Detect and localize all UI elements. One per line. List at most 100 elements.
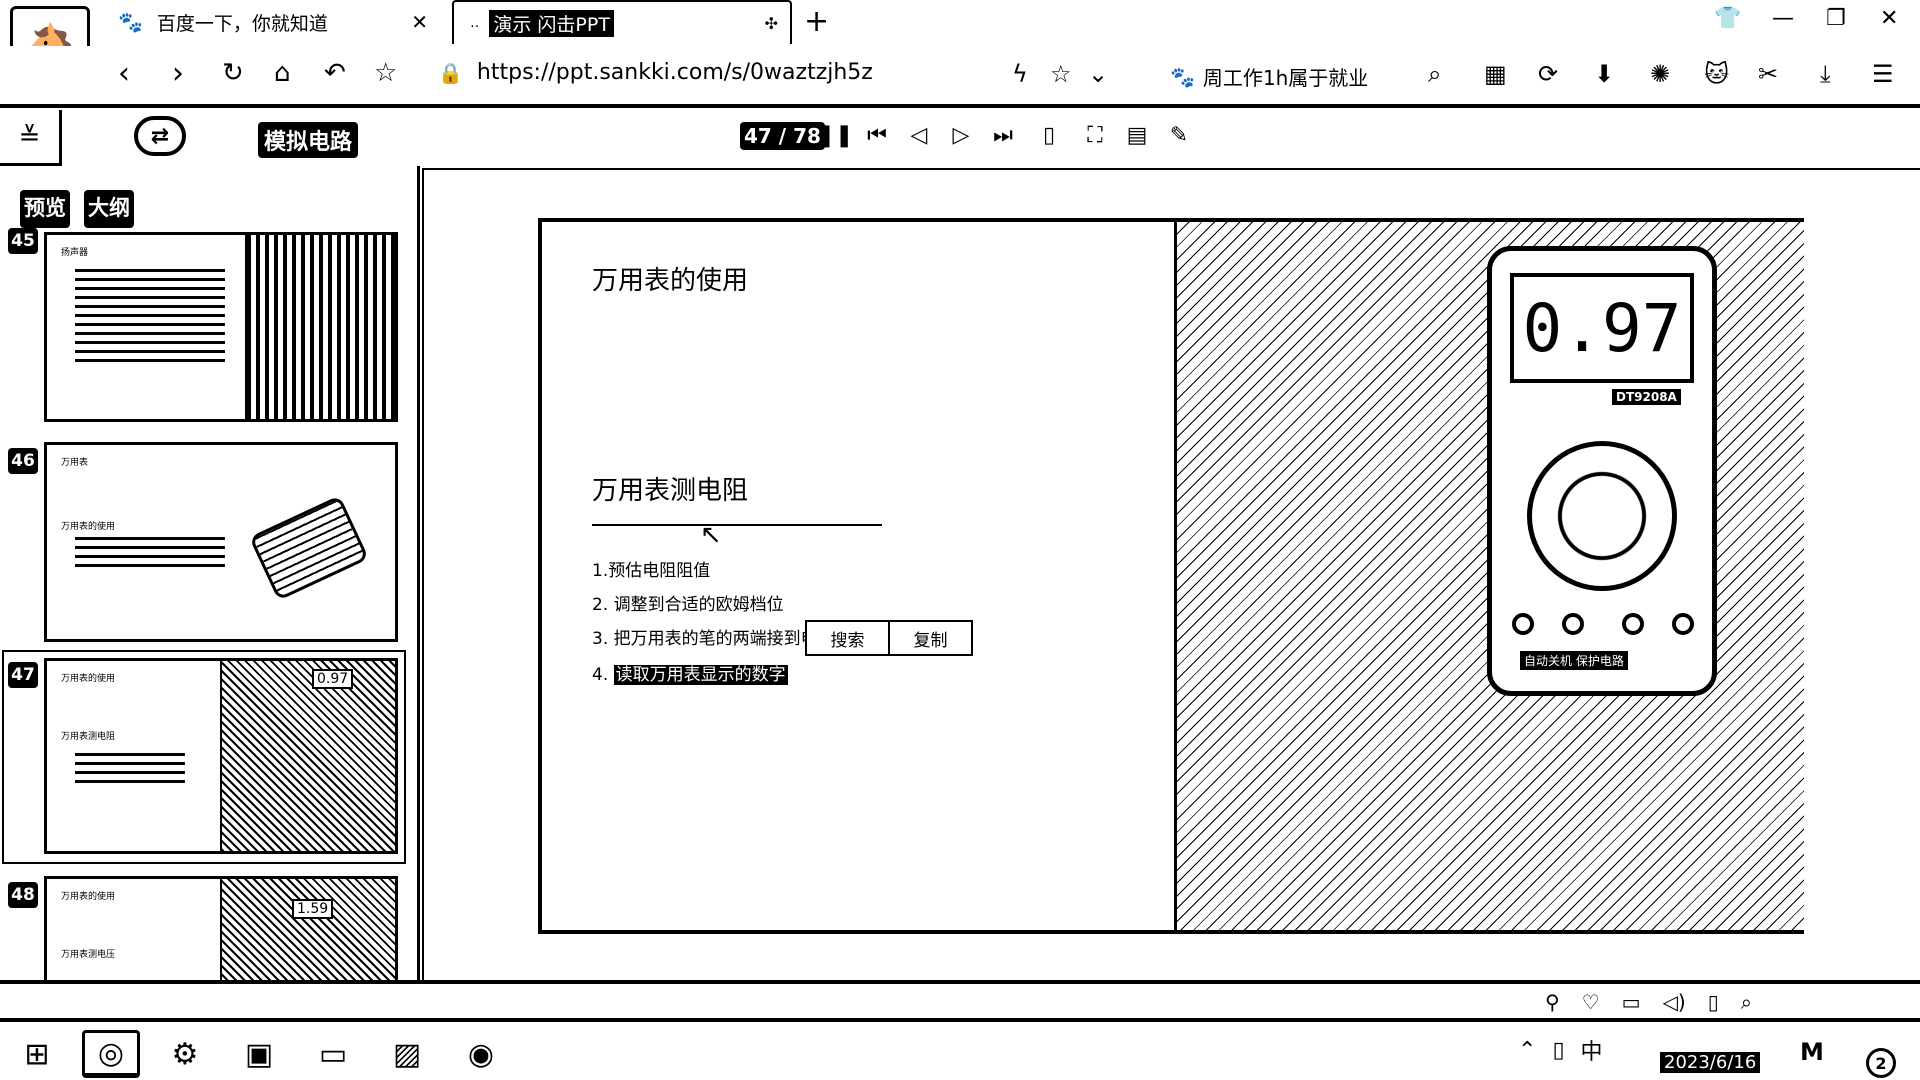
clipboard-icon[interactable]: ▭: [1622, 990, 1641, 1014]
settings-icon[interactable]: ⚙: [156, 1030, 214, 1078]
search-menu-item[interactable]: 搜索: [807, 622, 890, 654]
meter-dial: [1527, 441, 1677, 591]
page-bottom-border: [0, 980, 1920, 984]
back-icon[interactable]: ‹: [118, 56, 130, 91]
fullscreen-icon[interactable]: ⛶: [1080, 120, 1110, 150]
download-icon[interactable]: ⤓: [1820, 60, 1831, 88]
multimeter: 0.97 DT9208A 自动关机 保护电路: [1487, 246, 1717, 696]
thumb-text-lines: [75, 269, 225, 368]
zoom-icon[interactable]: ⌕: [1741, 990, 1752, 1014]
slide-thumbnail-48[interactable]: 万用表的使用 万用表测电压 1.59: [44, 876, 398, 984]
speaker-icon[interactable]: ◁): [1663, 990, 1686, 1014]
monitor-icon[interactable]: ▣: [230, 1030, 288, 1078]
slide-thumbnail-47[interactable]: 万用表的使用 万用表测电阻 0.97: [44, 658, 398, 854]
prev-page-icon[interactable]: ◁: [904, 120, 934, 150]
laser-pointer-icon[interactable]: ▯: [1034, 120, 1064, 150]
undo-icon[interactable]: ↶: [324, 58, 346, 88]
browser-taskbar-icon[interactable]: ◎: [82, 1030, 140, 1078]
search-icon[interactable]: ⌕: [1428, 60, 1441, 88]
windows-start-icon[interactable]: ⊞: [8, 1030, 66, 1078]
url-field[interactable]: 🔒 https://ppt.sankki.com/s/0waztzjh5z: [438, 60, 873, 85]
chevron-up-icon[interactable]: ⌃: [1518, 1038, 1536, 1063]
slide-title: 万用表的使用: [592, 266, 749, 296]
dots-icon: ‥: [470, 15, 480, 31]
notification-badge[interactable]: 2: [1866, 1048, 1896, 1078]
download-circle-icon[interactable]: ⬇: [1594, 60, 1614, 88]
thumb-text-lines: [75, 753, 185, 789]
refresh-extension-icon[interactable]: ⟳: [1538, 60, 1558, 88]
sidebar-tabs: 预览 大纲: [20, 190, 134, 228]
meter-port: [1512, 613, 1534, 635]
thumb-title: 万用表的使用: [61, 674, 116, 684]
forward-icon[interactable]: ›: [172, 56, 184, 91]
app-logo-icon[interactable]: ⇄: [134, 116, 186, 156]
camera-icon[interactable]: ◉: [452, 1030, 510, 1078]
tab-ppt[interactable]: ‥ 演示 闪击PPT ✣: [452, 0, 792, 44]
reload-icon[interactable]: ↻: [222, 58, 244, 88]
bookmark-star-icon[interactable]: ☆: [1050, 60, 1072, 88]
thumb-subtitle: 万用表测电压: [61, 950, 116, 960]
folder-icon[interactable]: ▭: [304, 1030, 362, 1078]
thumb-number: 45: [8, 228, 38, 254]
book-icon[interactable]: ▯: [1708, 990, 1719, 1014]
address-bar: ‹ › ↻ ⌂ ↶ ☆ 🔒 https://ppt.sankki.com/s/0…: [0, 46, 1920, 108]
slide-thumbnail-45[interactable]: 扬声器: [44, 232, 398, 422]
slide-subtitle: 万用表测电阻: [592, 476, 749, 506]
system-tray: ⌃ ▯ 中: [1518, 1034, 1603, 1066]
chatgpt-icon[interactable]: ✺: [1650, 60, 1670, 88]
clock-date[interactable]: 2023/6/16: [1660, 1052, 1761, 1073]
page-indicator: 47 / 78: [740, 122, 825, 150]
photos-icon[interactable]: ▨: [378, 1030, 436, 1078]
notes-icon[interactable]: ▤: [1122, 120, 1152, 150]
scissors-icon[interactable]: ✂: [1758, 60, 1778, 88]
cat-icon[interactable]: 🐱: [1704, 60, 1729, 88]
multimeter-image: [248, 495, 370, 601]
pen-icon[interactable]: ✎: [1164, 120, 1194, 150]
selected-text[interactable]: 读取万用表显示的数字: [613, 665, 788, 685]
thumb-text-lines: [75, 537, 225, 573]
slide-thumbnail-46[interactable]: 万用表 万用表的使用: [44, 442, 398, 642]
tab-preview[interactable]: 预览: [20, 190, 70, 228]
bookmark-item[interactable]: 🐾 周工作1h属于就业: [1170, 62, 1368, 91]
lightning-icon[interactable]: ϟ: [1012, 60, 1028, 88]
paw-icon: 🐾: [1170, 64, 1195, 89]
close-window-button[interactable]: ✕: [1880, 6, 1898, 31]
link-icon[interactable]: ⚲: [1545, 990, 1560, 1014]
step-2: 2. 调整到合适的欧姆档位: [592, 595, 784, 615]
copy-menu-item[interactable]: 复制: [890, 622, 971, 654]
chevron-down-icon[interactable]: ⌄: [1088, 60, 1108, 88]
m-icon[interactable]: M: [1800, 1038, 1824, 1066]
minimize-button[interactable]: —: [1772, 6, 1794, 31]
close-icon[interactable]: ✕: [411, 10, 428, 34]
maximize-button[interactable]: ❐: [1826, 6, 1846, 31]
network-icon[interactable]: ▯: [1552, 1038, 1564, 1063]
tab-baidu[interactable]: 🐾 百度一下，你就知道 ✕: [118, 0, 438, 44]
grid-icon[interactable]: ▦: [1484, 60, 1507, 88]
heart-icon[interactable]: ♡: [1582, 990, 1600, 1014]
tab-title: 演示 闪击PPT: [489, 9, 614, 37]
thumb-number: 48: [8, 882, 38, 908]
thumb-photo: 1.59: [220, 879, 395, 984]
tab-outline[interactable]: 大纲: [84, 190, 134, 228]
new-tab-button[interactable]: +: [804, 4, 829, 39]
menu-icon[interactable]: ☰: [1872, 60, 1894, 88]
home-icon[interactable]: ⌂: [274, 58, 291, 88]
first-page-icon[interactable]: ⏮: [862, 120, 892, 150]
thumb-subtitle: 万用表测电阻: [61, 732, 116, 742]
star-icon[interactable]: ☆: [374, 58, 397, 88]
tab-bar: 🐴 🐾 百度一下，你就知道 ✕ ‥ 演示 闪击PPT ✣ + 👕 — ❐ ✕: [0, 0, 1920, 88]
next-page-icon[interactable]: ▷: [946, 120, 976, 150]
taskbar: ⊞ ◎ ⚙ ▣ ▭ ▨ ◉ ⌃ ▯ 中 2023/6/16 M 2: [0, 1018, 1920, 1080]
last-page-icon[interactable]: ⏭: [988, 120, 1018, 150]
speaker-image: [245, 235, 395, 419]
shirt-icon[interactable]: 👕: [1714, 6, 1741, 31]
thumb-subtitle: 万用表的使用: [61, 522, 116, 532]
sidebar-toggle-icon[interactable]: ≚: [0, 110, 62, 166]
ime-indicator[interactable]: 中: [1581, 1034, 1603, 1066]
close-icon[interactable]: ✣: [765, 14, 778, 33]
meter-caption: 自动关机 保护电路: [1520, 651, 1628, 670]
multimeter-photo: 0.97 DT9208A 自动关机 保护电路: [1174, 222, 1804, 930]
meter-model: DT9208A: [1612, 389, 1681, 405]
pause-icon[interactable]: ❚❚: [817, 120, 854, 150]
step-4-prefix: 4.: [592, 665, 614, 685]
